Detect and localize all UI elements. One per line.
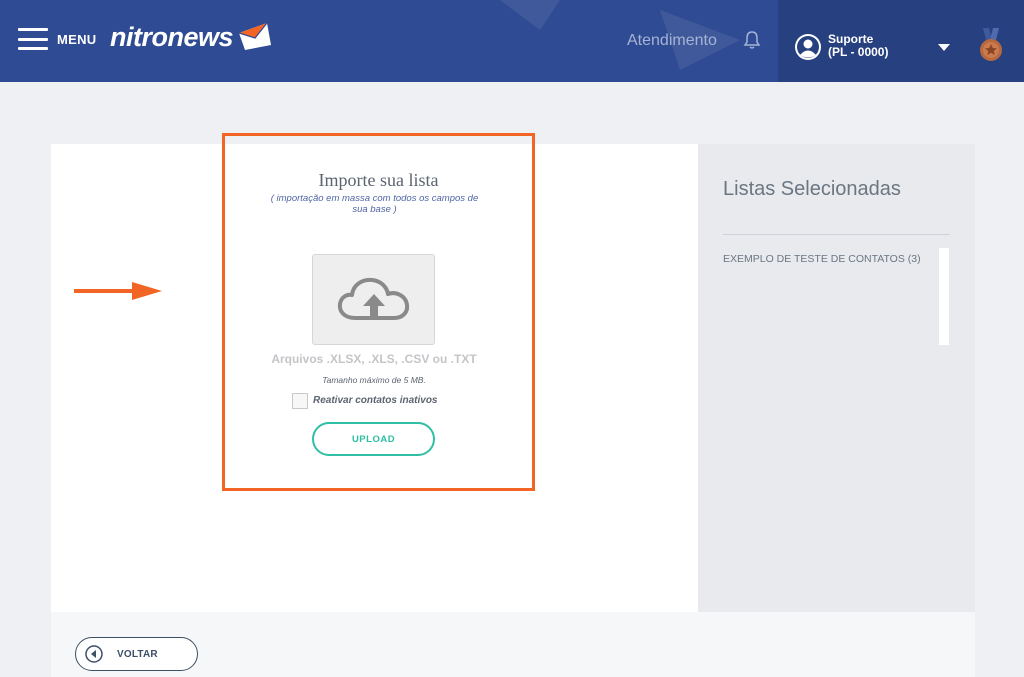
back-button[interactable]: VOLTAR <box>75 637 198 671</box>
accepted-formats: Arquivos .XLSX, .XLS, .CSV ou .TXT <box>271 352 477 366</box>
menu-label: MENU <box>57 31 97 47</box>
chevron-down-icon[interactable] <box>938 44 950 51</box>
top-header: MENU nitronews Atendimento Suporte (PL -… <box>0 0 1024 82</box>
reactivate-checkbox[interactable] <box>292 393 308 409</box>
menu-icon <box>18 28 48 50</box>
menu-button[interactable]: MENU <box>18 28 96 50</box>
user-avatar-icon <box>795 34 821 60</box>
back-arrow-icon <box>85 645 103 663</box>
user-menu[interactable]: Suporte (PL - 0000) <box>778 0 1024 82</box>
selected-lists-panel: Listas Selecionadas EXEMPLO DE TESTE DE … <box>698 144 975 612</box>
arrow-right-icon <box>74 282 162 300</box>
import-title: Importe sua lista <box>318 170 439 190</box>
file-drop-zone[interactable] <box>312 254 435 345</box>
max-size-note: Tamanho máximo de 5 MB. <box>322 375 426 385</box>
logo-text: nitronews <box>110 22 234 52</box>
reactivate-label[interactable]: Reativar contatos inativos <box>313 395 437 406</box>
logo[interactable]: nitronews <box>110 22 273 53</box>
bell-icon[interactable] <box>743 30 761 50</box>
scrollbar[interactable] <box>939 248 949 345</box>
cloud-upload-icon <box>337 277 409 320</box>
envelope-logo-icon <box>238 22 272 50</box>
upload-button[interactable]: UPLOAD <box>312 422 435 456</box>
selected-lists-title: Listas Selecionadas <box>723 178 901 200</box>
import-subtitle: ( importação em massa com todos os campo… <box>270 193 479 215</box>
list-item[interactable]: EXEMPLO DE TESTE DE CONTATOS (3) <box>723 253 921 265</box>
back-label: VOLTAR <box>117 648 158 660</box>
user-code: (PL - 0000) <box>828 45 889 59</box>
atendimento-link[interactable]: Atendimento <box>627 32 717 50</box>
medal-icon[interactable] <box>977 28 1005 64</box>
divider <box>723 234 950 235</box>
footer-bar: VOLTAR <box>51 612 975 677</box>
